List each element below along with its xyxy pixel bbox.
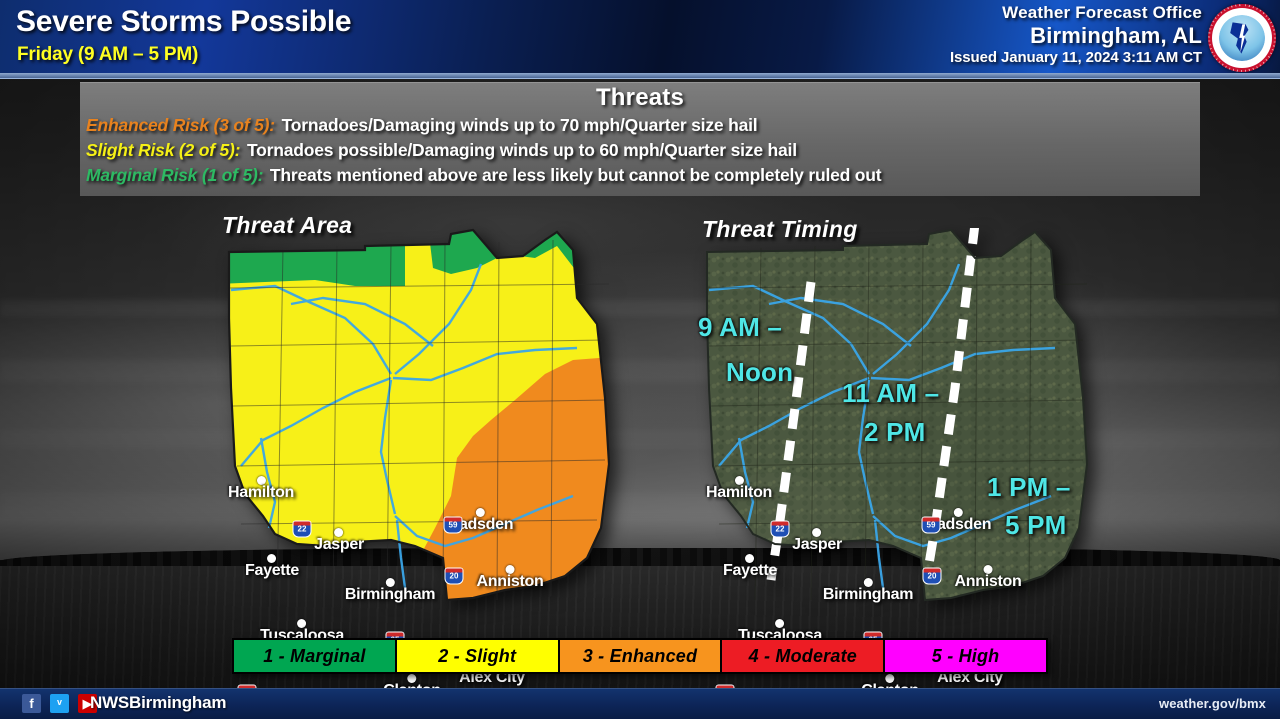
page-subtitle: Friday (9 AM – 5 PM) xyxy=(17,44,199,65)
nws-logo-icon xyxy=(1208,4,1276,72)
interstate-shield-icon: 59 xyxy=(443,516,463,534)
threat-row-slight: Slight Risk (2 of 5): Tornadoes possible… xyxy=(86,138,1200,162)
page-title: Severe Storms Possible xyxy=(16,5,352,38)
legend-item[interactable]: 5 - High xyxy=(885,640,1046,672)
footer-bar: f ᵛ ▶ NWSBirmingham weather.gov/bmx xyxy=(0,688,1280,719)
city-label: Fayette xyxy=(245,554,299,580)
threat-row-marginal: Marginal Risk (1 of 5): Threats mentione… xyxy=(86,163,1200,187)
interstate-shield-icon: 20 xyxy=(444,567,464,585)
threat-area-map xyxy=(205,228,635,608)
threat-label-slight: Slight Risk (2 of 5): xyxy=(86,140,241,160)
city-name: Anniston xyxy=(476,573,544,590)
city-label: Jasper xyxy=(314,528,364,554)
threat-text-enhanced: Tornadoes/Damaging winds up to 70 mph/Qu… xyxy=(281,115,758,135)
timing-label: 5 PM xyxy=(1005,510,1067,540)
threat-text-marginal: Threats mentioned above are less likely … xyxy=(269,165,882,185)
threat-label-enhanced: Enhanced Risk (3 of 5): xyxy=(86,115,275,135)
city-label: Birmingham xyxy=(345,578,435,604)
header-bar: Severe Storms Possible Friday (9 AM – 5 … xyxy=(0,0,1280,78)
city-label: Anniston xyxy=(477,565,544,591)
city-label: Birmingham xyxy=(823,578,913,604)
legend-item[interactable]: 1 - Marginal xyxy=(234,640,397,672)
risk-legend: 1 - Marginal 2 - Slight 3 - Enhanced 4 - Mo… xyxy=(232,638,1048,674)
threats-panel: Threats Enhanced Risk (3 of 5): Tornadoe… xyxy=(80,82,1200,196)
city-label: Fayette xyxy=(723,554,777,580)
social-handle: NWSBirmingham xyxy=(90,693,227,712)
city-label: Hamilton xyxy=(706,476,772,502)
timing-label: 2 PM xyxy=(864,417,926,447)
website-url[interactable]: weather.gov/bmx xyxy=(1159,696,1266,711)
threats-title: Threats xyxy=(595,84,685,111)
threat-text-slight: Tornadoes possible/Damaging winds up to … xyxy=(246,140,797,160)
city-name: Birmingham xyxy=(344,586,436,603)
city-name: Birmingham xyxy=(822,586,914,603)
timing-label: 11 AM – xyxy=(842,378,940,408)
office-label: Weather Forecast Office xyxy=(1002,3,1202,22)
interstate-shield-icon: 59 xyxy=(921,516,941,534)
interstate-shield-icon: 22 xyxy=(292,520,312,538)
threat-row-enhanced: Enhanced Risk (3 of 5): Tornadoes/Damagi… xyxy=(86,113,1200,137)
timing-label: Noon xyxy=(726,357,794,387)
timing-label: 9 AM – xyxy=(698,312,783,342)
city-label: Jasper xyxy=(792,528,842,554)
city-name: Jasper xyxy=(314,536,364,553)
legend-item[interactable]: 2 - Slight xyxy=(396,640,560,672)
city-name: Hamilton xyxy=(705,484,773,501)
city-name: Fayette xyxy=(245,562,299,579)
city-label: Anniston xyxy=(955,565,1022,591)
risk-fill-group xyxy=(229,230,609,600)
twitter-icon[interactable]: ᵛ xyxy=(50,694,69,713)
office-info: Weather Forecast Office Birmingham, AL I… xyxy=(950,3,1202,67)
weather-graphic: Severe Storms Possible Friday (9 AM – 5 … xyxy=(0,0,1280,719)
timing-label: 1 PM – xyxy=(987,472,1071,502)
legend-item[interactable]: 3 - Enhanced xyxy=(559,640,723,672)
city-label: Hamilton xyxy=(228,476,294,502)
city-name: Jasper xyxy=(792,536,842,553)
marginal-risk-fill-nw xyxy=(229,230,405,286)
facebook-icon[interactable]: f xyxy=(22,694,41,713)
interstate-shield-icon: 22 xyxy=(770,520,790,538)
city-name: Hamilton xyxy=(227,484,295,501)
city-name: Anniston xyxy=(954,573,1022,590)
interstate-shield-icon: 20 xyxy=(922,567,942,585)
threat-label-marginal: Marginal Risk (1 of 5): xyxy=(86,165,264,185)
threat-area-svg xyxy=(227,228,611,602)
office-location: Birmingham, AL xyxy=(1030,23,1202,48)
issued-timestamp: Issued January 11, 2024 3:11 AM CT xyxy=(949,49,1202,66)
city-name: Fayette xyxy=(723,562,777,579)
legend-item[interactable]: 4 - Moderate xyxy=(722,640,886,672)
